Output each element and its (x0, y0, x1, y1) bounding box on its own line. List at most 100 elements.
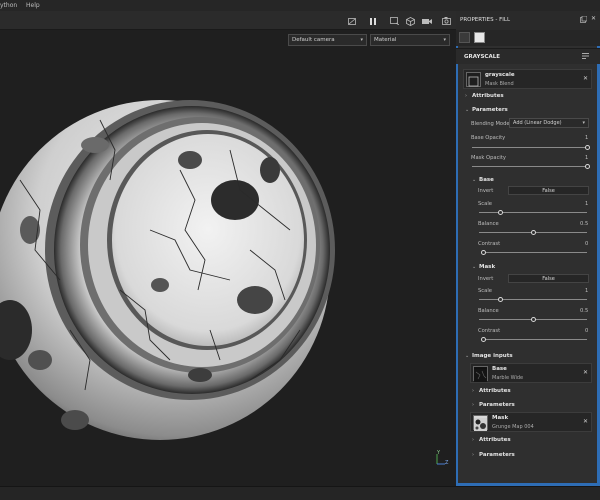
mask-scale-value: 1 (585, 288, 589, 294)
mask-contrast-slider[interactable] (480, 336, 587, 343)
menu-item-help[interactable]: Help (26, 2, 40, 9)
slider-track (479, 299, 587, 300)
cube-icon[interactable] (405, 16, 415, 26)
camera-select-value: Default camera (292, 37, 335, 43)
attributes-section[interactable]: Attributes (472, 93, 504, 99)
input-base-card[interactable]: Base Marble Wide ✕ (470, 363, 592, 383)
mask-contrast-value: 0 (585, 328, 589, 334)
chevron-down-icon: ▾ (360, 37, 363, 43)
chevron-right-icon[interactable]: › (465, 93, 467, 99)
undock-icon[interactable] (580, 15, 588, 23)
axis-y-label: Y (437, 450, 441, 456)
filter-thumbnail (466, 72, 481, 87)
3d-viewport[interactable]: Y Z (0, 30, 456, 486)
screenshot-icon[interactable] (441, 16, 451, 26)
input-mask-resource: Grunge Map 004 (492, 424, 534, 430)
mask-scale-slider[interactable] (479, 296, 587, 303)
status-bar (0, 486, 600, 500)
chevron-down-icon[interactable]: ⌄ (472, 264, 476, 270)
chevron-right-icon[interactable]: › (472, 437, 474, 443)
blending-mode-label: Blending Mode (471, 121, 510, 127)
chevron-down-icon[interactable]: ⌄ (465, 107, 469, 113)
input-base-attributes[interactable]: Attributes (479, 388, 511, 394)
close-icon[interactable]: ✕ (591, 15, 596, 22)
base-balance-slider[interactable] (479, 229, 587, 236)
chevron-down-icon: ▾ (443, 37, 446, 43)
material-sphere-preview (0, 100, 335, 440)
mask-group-title[interactable]: Mask (479, 264, 495, 270)
pause-icon[interactable] (368, 16, 378, 26)
base-balance-value: 0.5 (580, 221, 589, 227)
panel-title: PROPERTIES - FILL (460, 17, 511, 23)
slider-handle[interactable] (530, 317, 536, 322)
slider-handle[interactable] (498, 210, 504, 215)
base-opacity-label: Base Opacity (471, 135, 506, 141)
tab-properties-icon[interactable] (474, 32, 485, 43)
mask-opacity-value: 1 (585, 155, 589, 161)
menu-item-python[interactable]: ython (0, 2, 17, 9)
mask-balance-value: 0.5 (580, 308, 589, 314)
parameters-section[interactable]: Parameters (472, 107, 508, 113)
marble-thumbnail (473, 366, 488, 382)
base-contrast-value: 0 (585, 241, 589, 247)
material-select[interactable]: Material ▾ (370, 34, 450, 46)
hide-icon[interactable] (347, 16, 357, 26)
slider-handle[interactable] (480, 250, 486, 255)
slider-handle[interactable] (498, 297, 504, 302)
chevron-down-icon[interactable]: ⌄ (465, 353, 469, 359)
remove-filter-icon[interactable]: ✕ (583, 75, 588, 82)
blending-mode-select[interactable]: Add (Linear Dodge) ▾ (509, 118, 589, 128)
slider-track (472, 166, 587, 167)
base-contrast-slider[interactable] (480, 249, 587, 256)
mask-scale-label: Scale (478, 288, 492, 294)
image-inputs-section[interactable]: Image inputs (472, 353, 513, 359)
menu-bar: ython Help (0, 0, 600, 11)
slider-handle[interactable] (584, 164, 590, 169)
remove-input-icon[interactable]: ✕ (583, 369, 588, 376)
slider-handle[interactable] (530, 230, 536, 235)
input-base-parameters[interactable]: Parameters (479, 402, 515, 408)
panel-tabs (456, 30, 600, 46)
mask-balance-label: Balance (478, 308, 499, 314)
filter-subtitle: Mask Blend (485, 81, 514, 87)
base-opacity-slider[interactable] (472, 144, 590, 151)
mask-opacity-slider[interactable] (472, 163, 590, 170)
base-group-title[interactable]: Base (479, 177, 494, 183)
filter-name: grayscale (485, 72, 515, 78)
frame-icon[interactable] (389, 16, 399, 26)
input-mask-parameters[interactable]: Parameters (479, 452, 515, 458)
filter-card[interactable]: grayscale Mask Blend ✕ (463, 69, 592, 89)
mask-invert-toggle[interactable]: False (508, 274, 589, 283)
chevron-right-icon[interactable]: › (472, 452, 474, 458)
slider-handle[interactable] (480, 337, 486, 342)
base-invert-toggle[interactable]: False (508, 186, 589, 195)
input-base-name: Base (492, 366, 507, 372)
camera-select[interactable]: Default camera ▾ (288, 34, 367, 46)
slider-handle[interactable] (584, 145, 590, 150)
base-scale-label: Scale (478, 201, 492, 207)
slider-track (479, 212, 587, 213)
remove-input-icon[interactable]: ✕ (583, 418, 588, 425)
base-invert-label: Invert (478, 188, 494, 194)
slider-track (483, 339, 587, 340)
material-select-value: Material (374, 37, 397, 43)
section-title: GRAYSCALE (464, 54, 500, 60)
mask-contrast-label: Contrast (478, 328, 501, 334)
chevron-down-icon[interactable]: ⌄ (472, 177, 476, 183)
input-mask-attributes[interactable]: Attributes (479, 437, 511, 443)
chevron-right-icon[interactable]: › (472, 388, 474, 394)
slider-track (483, 252, 587, 253)
base-opacity-value: 1 (585, 135, 589, 141)
camera-icon[interactable] (422, 16, 432, 26)
base-scale-value: 1 (585, 201, 589, 207)
tab-layers-icon[interactable] (459, 32, 470, 43)
input-mask-name: Mask (492, 415, 509, 421)
base-balance-label: Balance (478, 221, 499, 227)
chevron-right-icon[interactable]: › (472, 402, 474, 408)
base-scale-slider[interactable] (479, 209, 587, 216)
chevron-down-icon: ▾ (582, 120, 585, 126)
slider-track (472, 147, 587, 148)
mask-balance-slider[interactable] (479, 316, 587, 323)
section-menu-icon[interactable] (582, 53, 589, 61)
input-mask-card[interactable]: Mask Grunge Map 004 ✕ (470, 412, 592, 432)
